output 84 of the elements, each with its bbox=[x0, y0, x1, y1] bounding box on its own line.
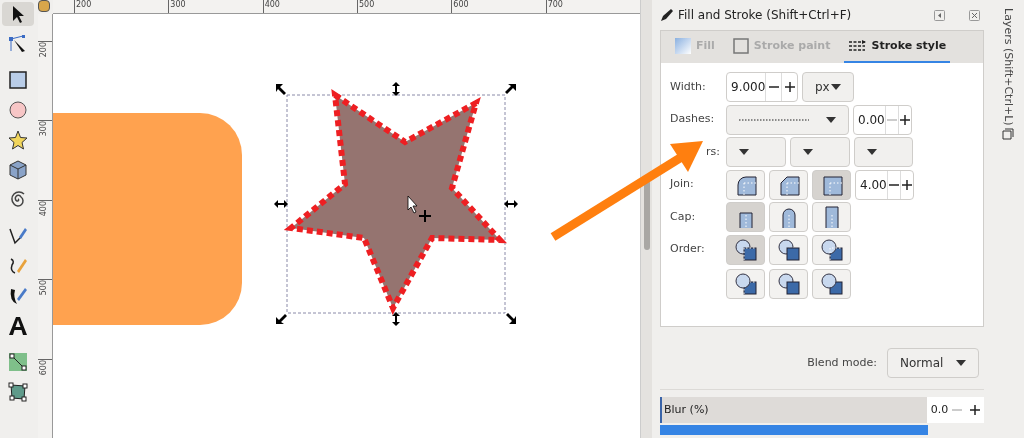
stroke-lines-icon bbox=[848, 39, 867, 53]
opacity-slider[interactable] bbox=[660, 425, 928, 435]
order-label: Order: bbox=[670, 240, 706, 257]
plus-icon[interactable] bbox=[901, 179, 912, 190]
cap-option-button[interactable] bbox=[769, 202, 808, 232]
close-icon[interactable] bbox=[969, 9, 980, 21]
tab[interactable]: Stroke style bbox=[844, 31, 951, 63]
ruler-label: 600 bbox=[38, 359, 49, 376]
layers-icon bbox=[1002, 127, 1014, 140]
blur-slider[interactable]: Blur (%) bbox=[660, 397, 927, 423]
paint-order-icon bbox=[733, 271, 758, 296]
order-option-button[interactable] bbox=[769, 268, 808, 299]
cube-icon bbox=[7, 159, 29, 181]
mouse-cursor-icon bbox=[407, 195, 418, 214]
blend-mode-dropdown[interactable]: Normal bbox=[887, 348, 979, 378]
caret-icon bbox=[826, 116, 836, 123]
width-field[interactable]: 9.000 bbox=[726, 72, 798, 102]
order-option-button[interactable] bbox=[769, 234, 808, 265]
mid-marker-dropdown[interactable] bbox=[790, 137, 850, 167]
cap-label: Cap: bbox=[670, 208, 697, 225]
ruler-label: 200 bbox=[75, 0, 93, 10]
plus-icon[interactable] bbox=[970, 405, 981, 415]
blend-mode-label: Blend mode: bbox=[807, 354, 877, 371]
caret-icon bbox=[867, 149, 877, 155]
ruler-label: 400 bbox=[263, 0, 281, 10]
text-tool-icon bbox=[7, 315, 29, 337]
order-option-button[interactable] bbox=[726, 268, 765, 299]
caret-icon bbox=[739, 149, 749, 155]
ruler-label: 300 bbox=[169, 0, 187, 10]
order-option-button[interactable] bbox=[812, 268, 851, 299]
blur-label: Blur (%) bbox=[663, 401, 709, 418]
blur-value-field[interactable]: 0.0 bbox=[926, 397, 949, 423]
ruler-label: 500 bbox=[358, 0, 376, 10]
plus-icon[interactable] bbox=[784, 82, 795, 92]
markers-label: rs: bbox=[706, 143, 720, 160]
ruler-label: 400 bbox=[38, 200, 49, 218]
pen-icon bbox=[660, 8, 674, 22]
order-option-button[interactable] bbox=[726, 234, 765, 265]
plus-icon[interactable] bbox=[899, 114, 910, 125]
vertical-scrollbar[interactable] bbox=[640, 0, 652, 438]
join-option-button[interactable] bbox=[812, 169, 851, 200]
paint-order-icon bbox=[776, 237, 801, 262]
collapse-icon[interactable] bbox=[934, 9, 945, 21]
fill-icon bbox=[675, 38, 691, 54]
dash-offset-field[interactable]: 0.00 bbox=[853, 104, 912, 135]
layers-tab-label[interactable]: Layers (Shift+Ctrl+L) bbox=[999, 8, 1017, 126]
order-option-button[interactable] bbox=[812, 234, 851, 265]
ruler-corner-lock-icon[interactable] bbox=[38, 0, 50, 12]
caret-icon bbox=[803, 149, 813, 155]
join-option-button[interactable] bbox=[726, 169, 765, 200]
caret-icon bbox=[956, 360, 966, 366]
ruler-label: 300 bbox=[38, 121, 49, 138]
start-marker-dropdown[interactable] bbox=[726, 137, 786, 167]
pen-icon bbox=[7, 225, 29, 247]
dash-pattern-dropdown[interactable] bbox=[726, 104, 849, 135]
square-outline-icon bbox=[732, 38, 749, 54]
join-label: Join: bbox=[670, 176, 695, 193]
gradient-icon bbox=[7, 351, 29, 373]
ruler-label: 200 bbox=[38, 42, 49, 59]
paint-order-icon bbox=[776, 271, 801, 296]
ruler-label: 500 bbox=[38, 280, 49, 297]
mesh-icon bbox=[7, 381, 29, 403]
paint-order-icon bbox=[733, 237, 758, 262]
unit-dropdown[interactable]: px bbox=[802, 72, 854, 102]
width-label: Width: bbox=[670, 78, 707, 95]
star-icon bbox=[7, 129, 29, 151]
panel-title: Fill and Stroke (Shift+Ctrl+F) bbox=[678, 7, 853, 24]
cap-option-button[interactable] bbox=[726, 202, 765, 232]
move-cursor-icon bbox=[418, 209, 432, 223]
paint-order-icon bbox=[819, 237, 844, 262]
dashes-label: Dashes: bbox=[670, 111, 716, 128]
ruler-label: 700 bbox=[546, 0, 564, 10]
join-option-button[interactable] bbox=[769, 169, 808, 200]
tool-button[interactable] bbox=[2, 2, 34, 26]
paint-order-icon bbox=[819, 271, 844, 296]
miter-limit-field[interactable]: 4.00 bbox=[855, 169, 914, 200]
cap-option-button[interactable] bbox=[812, 202, 851, 232]
ruler-label: 600 bbox=[452, 0, 470, 10]
circle-icon bbox=[7, 99, 29, 121]
scrollbar-thumb[interactable] bbox=[643, 180, 650, 250]
caret-icon bbox=[831, 84, 841, 90]
dotted-line-icon bbox=[739, 118, 809, 121]
end-marker-dropdown[interactable] bbox=[854, 137, 913, 167]
rectangle-icon bbox=[7, 69, 29, 91]
